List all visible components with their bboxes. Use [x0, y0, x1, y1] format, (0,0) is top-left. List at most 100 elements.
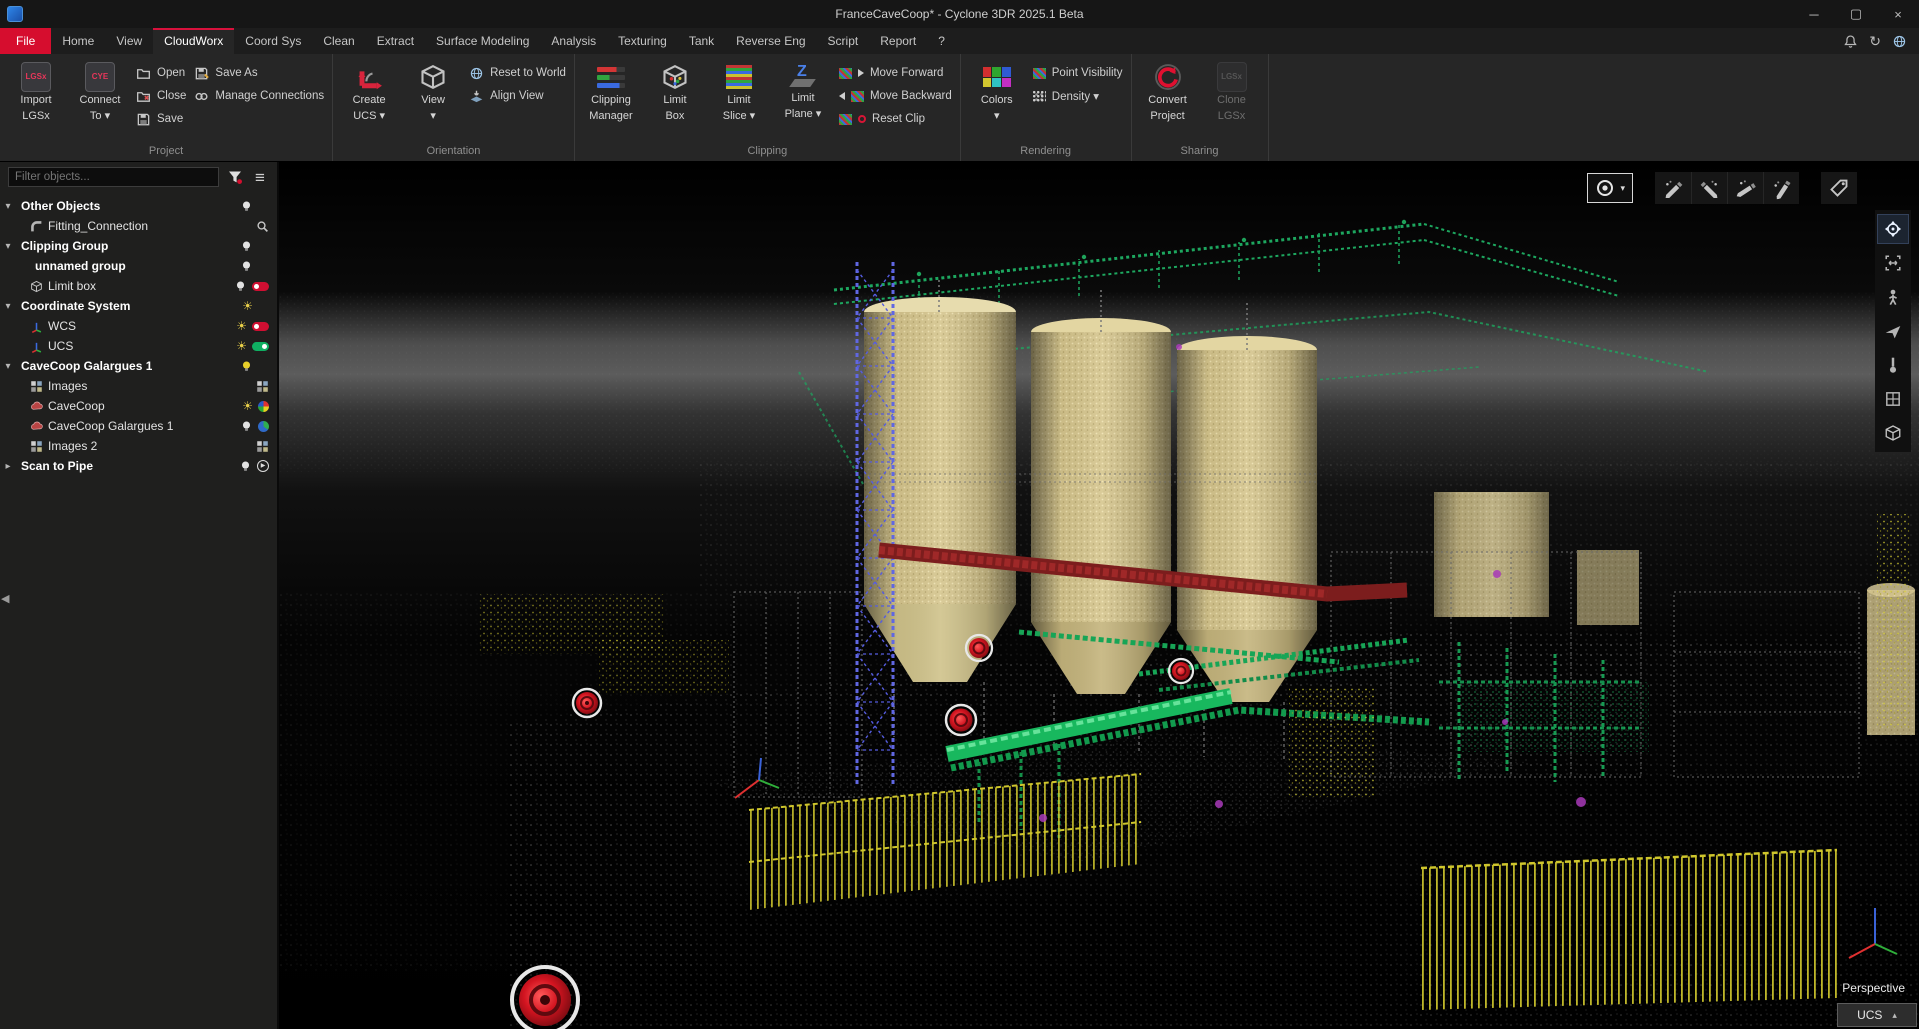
- viewport-3d[interactable]: ▾ Perspective UCS ▴: [279, 162, 1919, 1029]
- tab-analysis[interactable]: Analysis: [540, 28, 607, 54]
- tree-item-coordinate-system[interactable]: ▾ Coordinate System ☀: [0, 296, 277, 316]
- annotate-tool-button[interactable]: [1727, 172, 1763, 204]
- network-icon[interactable]: [1892, 34, 1907, 49]
- visibility-bulb-icon[interactable]: [239, 460, 252, 473]
- tag-tool-button[interactable]: [1821, 172, 1857, 204]
- manage-connections-button[interactable]: Manage Connections: [194, 87, 324, 105]
- tree-item-images[interactable]: Images: [0, 376, 277, 396]
- chevron-down-icon[interactable]: ▾: [0, 241, 16, 252]
- tree-menu-button[interactable]: ≡: [251, 168, 269, 186]
- chevron-right-icon[interactable]: ▸: [0, 461, 16, 472]
- active-toggle-red[interactable]: [252, 322, 269, 331]
- create-ucs-button[interactable]: Create UCS ▾: [341, 57, 397, 139]
- tab-reverse-eng[interactable]: Reverse Eng: [725, 28, 816, 54]
- tree-item-fitting-connection[interactable]: Fitting_Connection: [0, 216, 277, 236]
- tab-help[interactable]: ?: [927, 28, 956, 54]
- tab-file[interactable]: File: [0, 28, 51, 54]
- close-button[interactable]: ×: [1877, 0, 1919, 28]
- chevron-down-icon[interactable]: ▾: [0, 301, 16, 312]
- geotag-marker[interactable]: [1169, 659, 1193, 683]
- visibility-bulb-icon[interactable]: [240, 200, 253, 213]
- filter-funnel-button[interactable]: [226, 168, 244, 186]
- visibility-bulb-icon[interactable]: [240, 360, 253, 373]
- freehand-tool-button[interactable]: [1763, 172, 1799, 204]
- probe-tool-button[interactable]: [1878, 351, 1908, 379]
- minimize-button[interactable]: ─: [1793, 0, 1835, 28]
- clip-toggle-red[interactable]: [252, 282, 269, 291]
- measure-point-tool-button[interactable]: [1655, 172, 1691, 204]
- orbit-mode-button[interactable]: [1878, 215, 1908, 243]
- tree-item-wcs[interactable]: WCS ☀: [0, 316, 277, 336]
- tab-surface-modeling[interactable]: Surface Modeling: [425, 28, 540, 54]
- zoom-fit-button[interactable]: [1878, 249, 1908, 277]
- sun-icon[interactable]: ☀: [242, 300, 253, 312]
- sidebar-collapse-handle[interactable]: ◀: [1, 592, 9, 605]
- tree-item-cavecoop-galargues-1-cloud[interactable]: CaveCoop Galargues 1: [0, 416, 277, 436]
- tab-extract[interactable]: Extract: [366, 28, 425, 54]
- point-visibility-button[interactable]: Point Visibility: [1033, 64, 1123, 82]
- tree-item-clipping-group[interactable]: ▾ Clipping Group: [0, 236, 277, 256]
- tab-view[interactable]: View: [105, 28, 153, 54]
- sync-icon[interactable]: ↻: [1869, 34, 1881, 48]
- measure-distance-tool-button[interactable]: [1691, 172, 1727, 204]
- active-toggle-green[interactable]: [252, 342, 269, 351]
- color-mode-sphere[interactable]: [258, 421, 269, 432]
- open-button[interactable]: Open: [136, 64, 186, 82]
- close-project-button[interactable]: Close: [136, 87, 186, 105]
- tab-coord-sys[interactable]: Coord Sys: [234, 28, 312, 54]
- colors-button[interactable]: Colors ▾: [969, 57, 1025, 139]
- limit-plane-button[interactable]: Z Limit Plane ▾: [775, 57, 831, 139]
- limit-slice-button[interactable]: Limit Slice ▾: [711, 57, 767, 139]
- iso-view-button[interactable]: [1878, 419, 1908, 447]
- walk-mode-button[interactable]: [1878, 283, 1908, 311]
- tree-item-other-objects[interactable]: ▾ Other Objects: [0, 196, 277, 216]
- tab-cloudworx[interactable]: CloudWorx: [153, 28, 234, 54]
- pick-mode-selector[interactable]: ▾: [1587, 173, 1633, 203]
- tab-clean[interactable]: Clean: [312, 28, 365, 54]
- reset-clip-button[interactable]: Reset Clip: [839, 110, 952, 128]
- align-view-button[interactable]: Align View: [469, 87, 566, 105]
- move-forward-button[interactable]: Move Forward: [839, 64, 952, 82]
- density-button[interactable]: Density ▾: [1033, 87, 1123, 105]
- chevron-down-icon[interactable]: ▾: [0, 201, 16, 212]
- maximize-button[interactable]: ▢: [1835, 0, 1877, 28]
- visibility-bulb-icon[interactable]: [240, 260, 253, 273]
- geotag-marker[interactable]: [946, 705, 976, 735]
- tab-tank[interactable]: Tank: [678, 28, 725, 54]
- clipping-manager-button[interactable]: Clipping Manager: [583, 57, 639, 139]
- sun-icon[interactable]: ☀: [236, 340, 247, 352]
- point-cloud-scene[interactable]: [279, 162, 1919, 1029]
- save-button[interactable]: Save: [136, 110, 186, 128]
- move-backward-button[interactable]: Move Backward: [839, 87, 952, 105]
- reset-to-world-button[interactable]: Reset to World: [469, 64, 566, 82]
- view-faces-button[interactable]: [1878, 385, 1908, 413]
- tree-item-unnamed-group[interactable]: unnamed group: [0, 256, 277, 276]
- bell-icon[interactable]: [1843, 34, 1858, 49]
- color-mode-sphere[interactable]: [258, 401, 269, 412]
- tree-item-limit-box[interactable]: Limit box: [0, 276, 277, 296]
- limit-box-button[interactable]: Limit Box: [647, 57, 703, 139]
- view-button[interactable]: View ▾: [405, 57, 461, 139]
- tab-texturing[interactable]: Texturing: [607, 28, 678, 54]
- tree-item-cavecoop-galargues-1[interactable]: ▾ CaveCoop Galargues 1: [0, 356, 277, 376]
- tree-item-images-2[interactable]: Images 2: [0, 436, 277, 456]
- tab-report[interactable]: Report: [869, 28, 927, 54]
- ucs-selector-button[interactable]: UCS ▴: [1837, 1003, 1917, 1027]
- chevron-down-icon[interactable]: ▾: [0, 361, 16, 372]
- tab-home[interactable]: Home: [51, 28, 105, 54]
- visibility-bulb-icon[interactable]: [240, 420, 253, 433]
- sun-icon[interactable]: ☀: [242, 400, 253, 412]
- import-lgsx-button[interactable]: LGSx Import LGSx: [8, 57, 64, 139]
- sun-icon[interactable]: ☀: [236, 320, 247, 332]
- tree-item-ucs[interactable]: UCS ☀: [0, 336, 277, 356]
- connect-to-button[interactable]: CYE Connect To ▾: [72, 57, 128, 139]
- play-icon[interactable]: ▶: [257, 460, 269, 472]
- search-icon[interactable]: [256, 220, 269, 233]
- filter-input[interactable]: [8, 167, 219, 187]
- visibility-bulb-icon[interactable]: [240, 240, 253, 253]
- tab-script[interactable]: Script: [817, 28, 870, 54]
- tree-item-cavecoop[interactable]: CaveCoop ☀: [0, 396, 277, 416]
- save-as-button[interactable]: Save As: [194, 64, 324, 82]
- geotag-marker[interactable]: [573, 689, 601, 717]
- visibility-bulb-icon[interactable]: [234, 280, 247, 293]
